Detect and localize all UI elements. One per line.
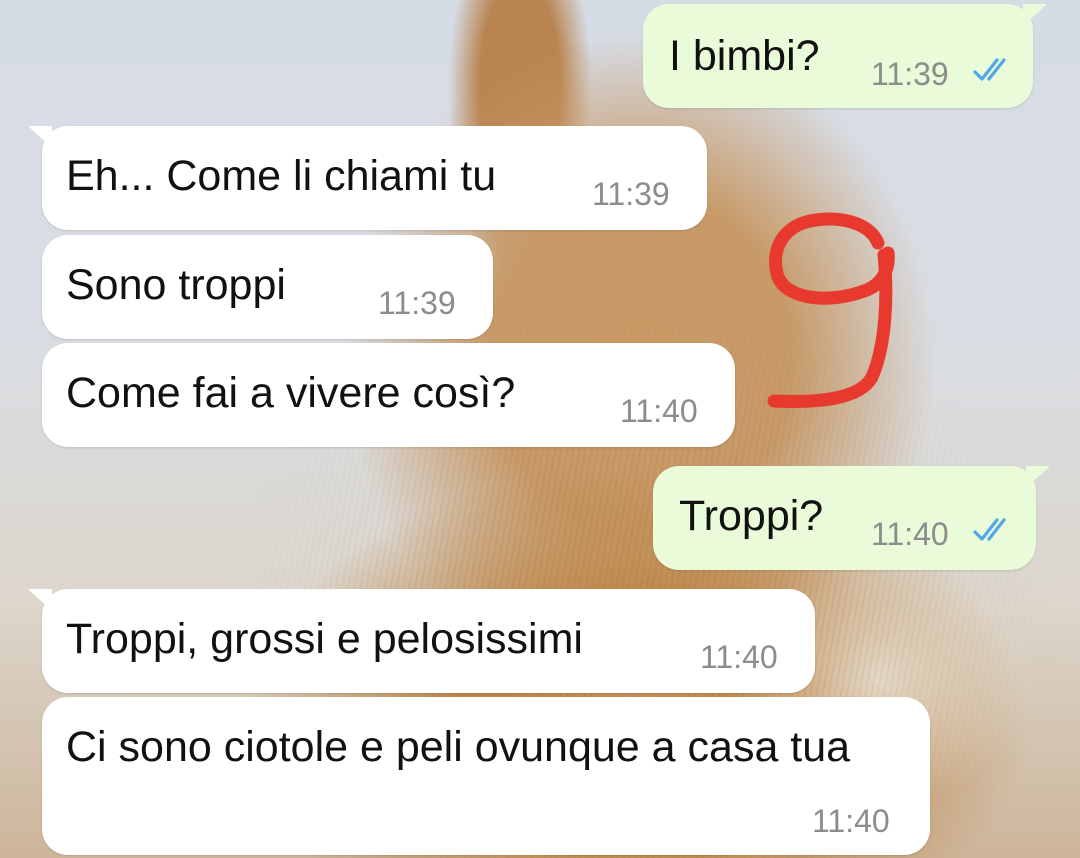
message-text: Troppi? — [679, 492, 824, 540]
message-bubble-incoming[interactable]: Sono troppi 11:39 — [42, 235, 493, 339]
message-bubble-outgoing[interactable]: I bimbi? 11:39 — [643, 4, 1047, 108]
message-time: 11:40 — [871, 516, 949, 552]
message-text: Eh... Come li chiami tu — [66, 152, 497, 200]
red-handwritten-annotation — [767, 212, 895, 408]
message-time: 11:39 — [871, 56, 949, 92]
message-time: 11:40 — [812, 803, 890, 839]
read-double-check-icon — [973, 518, 1006, 541]
message-bubble-outgoing[interactable]: Troppi? 11:40 — [653, 466, 1050, 570]
message-text: I bimbi? — [669, 32, 820, 80]
read-double-check-icon — [973, 58, 1006, 81]
message-text: Ci sono ciotole e peli ovunque a casa tu… — [66, 723, 851, 771]
message-bubble-incoming[interactable]: Come fai a vivere così? 11:40 — [42, 343, 735, 447]
message-time: 11:40 — [700, 639, 778, 675]
message-bubble-incoming[interactable]: Ci sono ciotole e peli ovunque a casa tu… — [42, 697, 930, 855]
message-text: Troppi, grossi e pelosissimi — [66, 615, 583, 663]
message-bubble-incoming[interactable]: Eh... Come li chiami tu 11:39 — [28, 126, 707, 230]
message-bubble-incoming[interactable]: Troppi, grossi e pelosissimi 11:40 — [28, 589, 815, 693]
message-time: 11:39 — [592, 176, 670, 212]
message-text: Come fai a vivere così? — [66, 369, 516, 417]
message-time: 11:40 — [620, 393, 698, 429]
message-time: 11:39 — [378, 285, 456, 321]
message-text: Sono troppi — [66, 261, 286, 309]
